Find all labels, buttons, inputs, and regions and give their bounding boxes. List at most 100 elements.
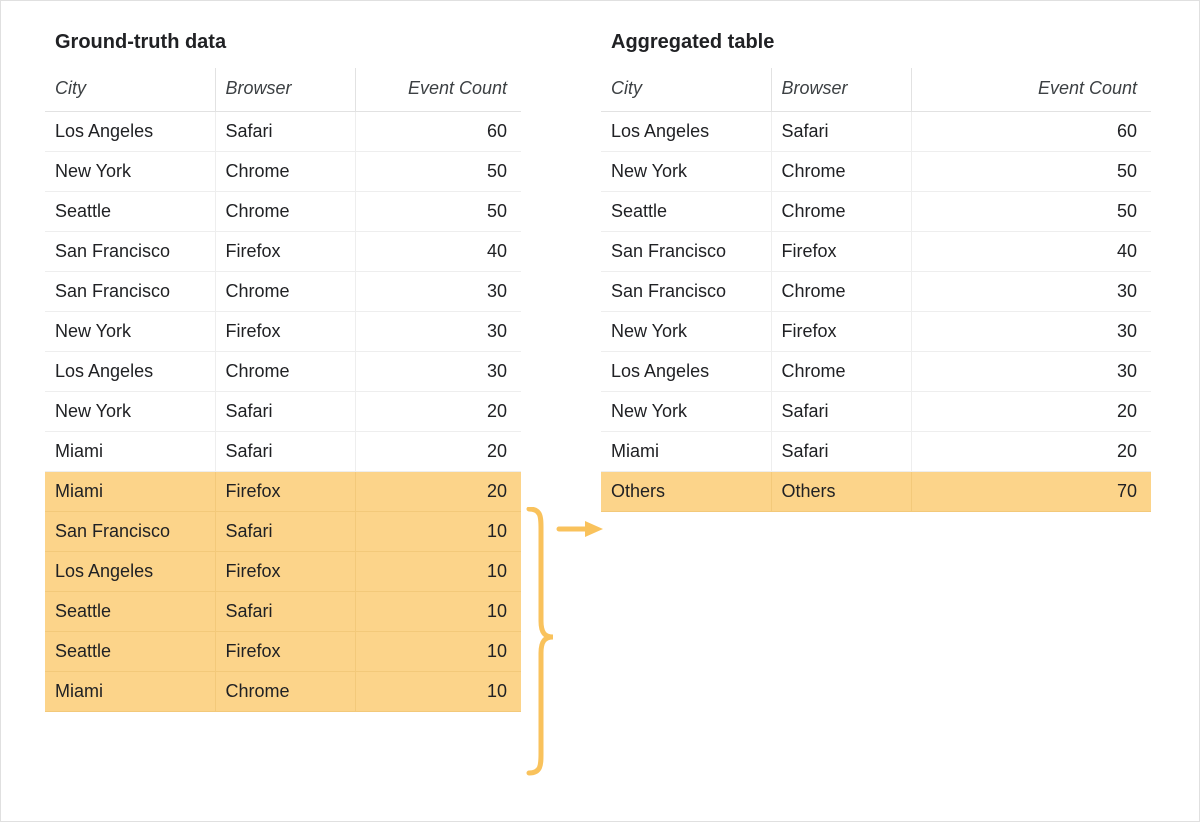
table-header-row: City Browser Event Count [601,68,1151,112]
cell-city: Los Angeles [45,112,215,152]
col-browser: Browser [771,68,911,112]
cell-count: 70 [911,472,1151,512]
cell-count: 10 [355,592,521,632]
cell-count: 20 [355,392,521,432]
table-row: San FranciscoSafari10 [45,512,521,552]
col-city: City [45,68,215,112]
diagram-canvas: Ground-truth data City Browser Event Cou… [0,0,1200,822]
cell-browser: Safari [215,592,355,632]
cell-browser: Chrome [771,352,911,392]
cell-browser: Safari [771,432,911,472]
table-row: New YorkFirefox30 [45,312,521,352]
table-row: SeattleChrome50 [601,192,1151,232]
table-row: Los AngelesSafari60 [45,112,521,152]
cell-city: San Francisco [601,232,771,272]
cell-browser: Chrome [215,272,355,312]
cell-count: 30 [355,352,521,392]
cell-city: Seattle [45,592,215,632]
cell-city: New York [601,392,771,432]
table-row: New YorkFirefox30 [601,312,1151,352]
aggregated-title: Aggregated table [601,29,1151,68]
cell-city: Miami [45,432,215,472]
cell-browser: Safari [215,432,355,472]
table-row: Los AngelesChrome30 [601,352,1151,392]
table-row: MiamiFirefox20 [45,472,521,512]
cell-browser: Safari [771,392,911,432]
cell-browser: Safari [215,112,355,152]
cell-city: New York [45,152,215,192]
table-row: New YorkSafari20 [45,392,521,432]
cell-count: 10 [355,512,521,552]
cell-city: New York [45,392,215,432]
cell-count: 60 [355,112,521,152]
cell-count: 30 [911,272,1151,312]
cell-browser: Chrome [771,192,911,232]
cell-city: Miami [45,672,215,712]
cell-count: 30 [355,312,521,352]
table-row: SeattleSafari10 [45,592,521,632]
cell-city: San Francisco [45,232,215,272]
cell-count: 50 [355,152,521,192]
cell-browser: Safari [215,392,355,432]
cell-count: 10 [355,632,521,672]
cell-city: San Francisco [45,512,215,552]
table-row: Los AngelesFirefox10 [45,552,521,592]
cell-city: New York [601,152,771,192]
cell-city: Miami [601,432,771,472]
table-row: MiamiSafari20 [45,432,521,472]
cell-city: Seattle [45,192,215,232]
cell-browser: Firefox [215,472,355,512]
cell-browser: Firefox [215,232,355,272]
aggregated-panel: Aggregated table City Browser Event Coun… [601,29,1151,512]
cell-city: Others [601,472,771,512]
cell-count: 30 [911,352,1151,392]
col-count: Event Count [355,68,521,112]
cell-count: 10 [355,672,521,712]
table-row: New YorkChrome50 [601,152,1151,192]
cell-city: San Francisco [601,272,771,312]
table-row: San FranciscoFirefox40 [45,232,521,272]
ground-truth-table: City Browser Event Count Los AngelesSafa… [45,68,521,712]
table-row: Los AngelesChrome30 [45,352,521,392]
cell-count: 20 [355,472,521,512]
table-row: New YorkChrome50 [45,152,521,192]
aggregated-table: City Browser Event Count Los AngelesSafa… [601,68,1151,512]
cell-city: Los Angeles [45,352,215,392]
cell-city: New York [45,312,215,352]
cell-count: 20 [355,432,521,472]
table-header-row: City Browser Event Count [45,68,521,112]
table-row: Los AngelesSafari60 [601,112,1151,152]
table-row: San FranciscoFirefox40 [601,232,1151,272]
cell-browser: Firefox [215,632,355,672]
cell-count: 50 [911,192,1151,232]
table-row: SeattleFirefox10 [45,632,521,672]
cell-city: Seattle [45,632,215,672]
cell-browser: Safari [215,512,355,552]
cell-count: 40 [355,232,521,272]
table-row: New YorkSafari20 [601,392,1151,432]
cell-count: 30 [355,272,521,312]
cell-browser: Chrome [215,352,355,392]
cell-city: San Francisco [45,272,215,312]
cell-city: Los Angeles [601,112,771,152]
cell-count: 50 [355,192,521,232]
cell-browser: Firefox [215,552,355,592]
cell-count: 50 [911,152,1151,192]
cell-count: 10 [355,552,521,592]
cell-count: 20 [911,432,1151,472]
aggregation-arrow-icon [525,507,603,777]
table-row: MiamiChrome10 [45,672,521,712]
cell-browser: Chrome [771,272,911,312]
ground-truth-panel: Ground-truth data City Browser Event Cou… [45,29,521,712]
cell-browser: Safari [771,112,911,152]
col-count: Event Count [911,68,1151,112]
cell-browser: Firefox [771,232,911,272]
table-row: San FranciscoChrome30 [45,272,521,312]
table-row: OthersOthers70 [601,472,1151,512]
cell-browser: Chrome [771,152,911,192]
col-city: City [601,68,771,112]
cell-count: 60 [911,112,1151,152]
ground-truth-title: Ground-truth data [45,29,521,68]
cell-city: New York [601,312,771,352]
table-row: MiamiSafari20 [601,432,1151,472]
